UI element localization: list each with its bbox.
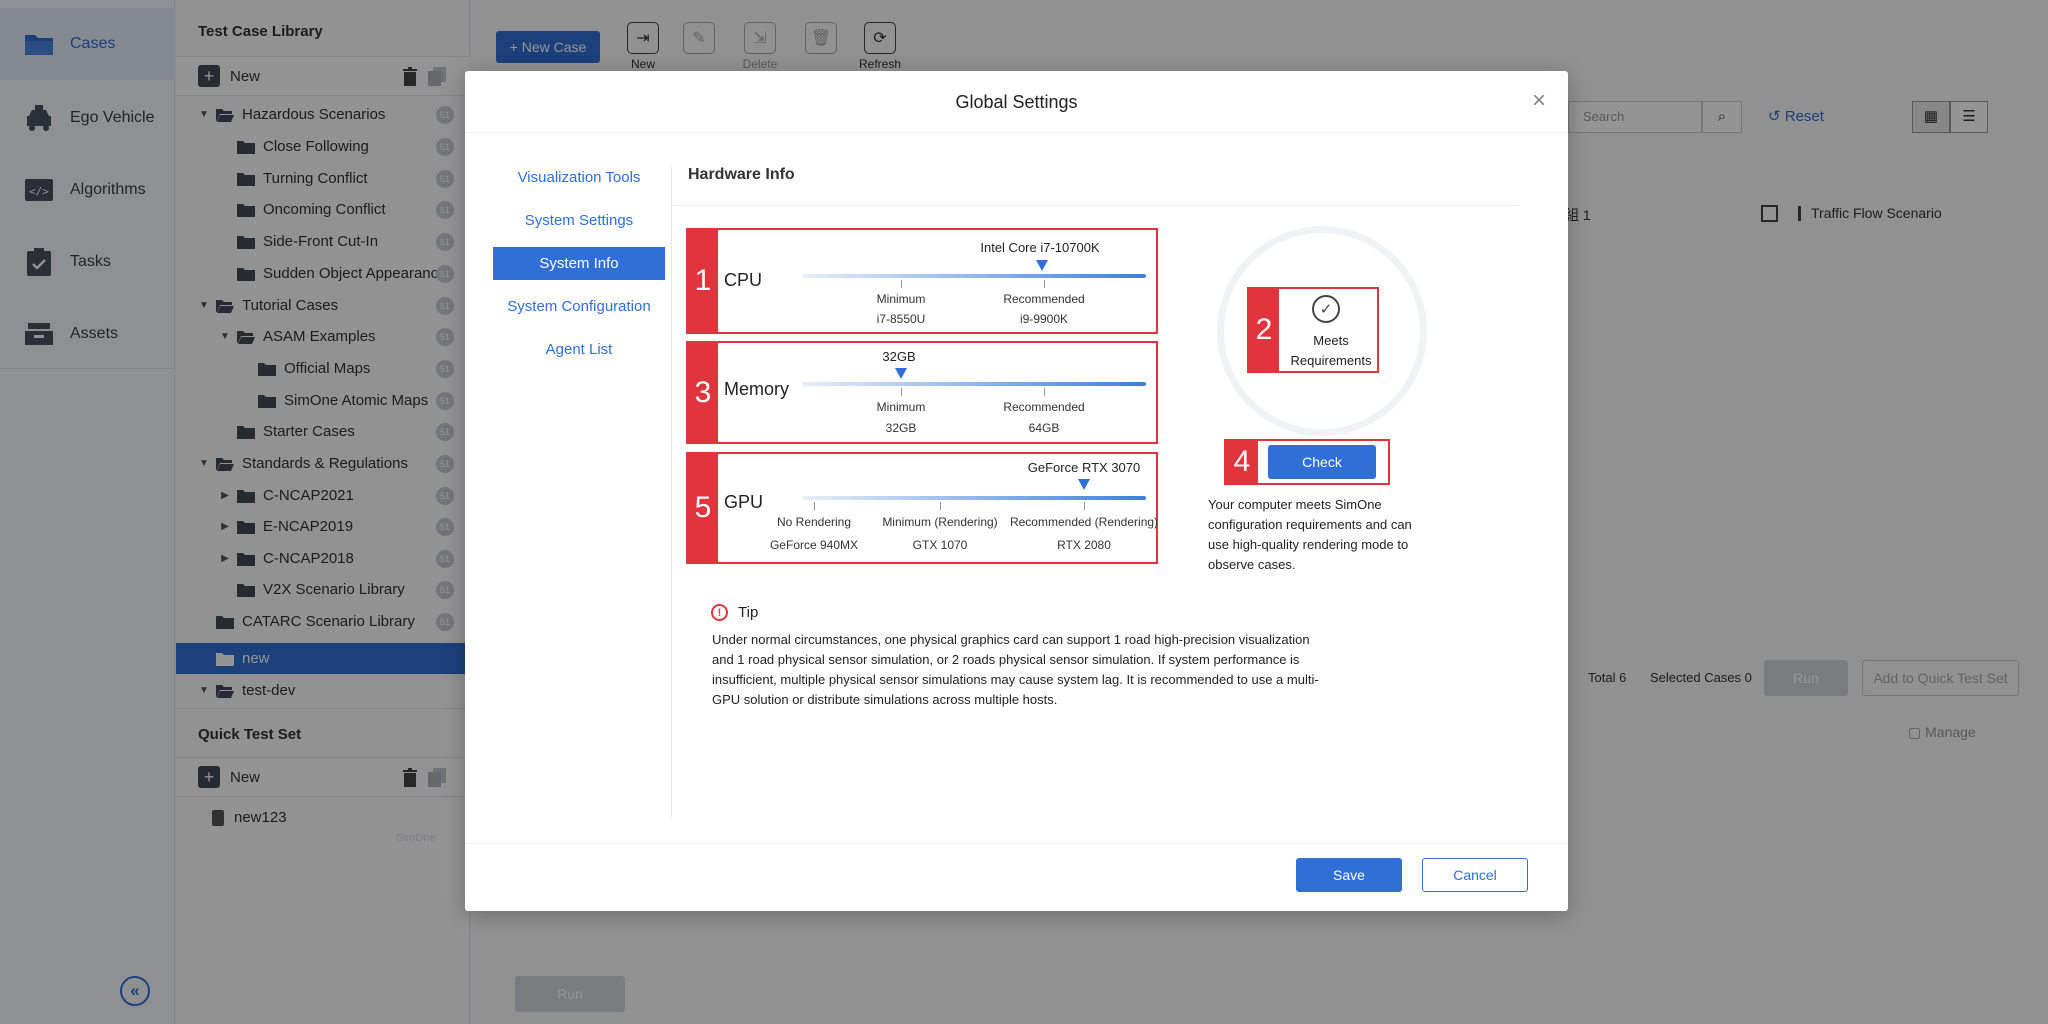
memory-current-value: 32GB <box>882 349 916 364</box>
section-divider <box>673 205 1518 206</box>
cpu-rec-label: Recommended <box>1003 292 1085 306</box>
cpu-bar <box>802 274 1146 278</box>
callout-number: 1 <box>688 230 718 332</box>
section-title: Hardware Info <box>688 166 795 183</box>
check-button[interactable]: Check <box>1268 445 1376 479</box>
cpu-min-label: Minimum <box>876 292 926 306</box>
memory-rec-value: 64GB <box>1028 421 1060 435</box>
memory-min-value: 32GB <box>885 421 917 435</box>
exclamation-icon: ! <box>711 604 728 621</box>
tip-title: Tip <box>738 604 759 621</box>
tip-text: Under normal circumstances, one physical… <box>712 632 1319 707</box>
memory-bar <box>802 382 1146 386</box>
gpu-info-box: 5 GPU GeForce RTX 3070 No Rendering GeFo… <box>686 452 1158 564</box>
tick <box>1044 388 1045 396</box>
dialog-title: Global Settings <box>465 71 1568 133</box>
tick <box>814 502 815 510</box>
save-button[interactable]: Save <box>1296 858 1402 892</box>
callout-number: 5 <box>688 454 718 562</box>
gpu-min-label: Minimum (Rendering) <box>882 515 998 529</box>
menu-item-system-configuration[interactable]: System Configuration <box>493 290 665 323</box>
cpu-rec-value: i9-9900K <box>1019 312 1069 326</box>
memory-marker <box>895 368 907 379</box>
cpu-info-box: 1 CPU Intel Core i7-10700K Minimum i7-85… <box>686 228 1158 334</box>
gpu-current-value: GeForce RTX 3070 <box>1027 460 1141 475</box>
callout-number: 4 <box>1226 441 1258 483</box>
gpu-rec-label: Recommended (Rendering) <box>1009 515 1159 529</box>
cpu-current-value: Intel Core i7-10700K <box>980 240 1100 255</box>
tick <box>901 280 902 288</box>
check-result-text: Your computer meets SimOne configuration… <box>1208 497 1412 572</box>
tick <box>940 502 941 510</box>
memory-info-box: 3 Memory 32GB Minimum 32GB Recommended 6… <box>686 341 1158 444</box>
check-circle-icon: ✓ <box>1312 295 1340 323</box>
memory-label: Memory <box>724 379 790 399</box>
gpu-min-value: GTX 1070 <box>912 538 968 552</box>
status-text: Meets Requirements <box>1290 333 1372 368</box>
gpu-bar <box>802 496 1146 500</box>
callout-number: 3 <box>688 343 718 442</box>
status-box: 2 ✓ Meets Requirements <box>1247 287 1379 373</box>
tick <box>1044 280 1045 288</box>
menu-item-system-settings[interactable]: System Settings <box>493 204 665 237</box>
menu-item-agent-list[interactable]: Agent List <box>493 333 665 366</box>
memory-min-label: Minimum <box>876 400 926 414</box>
settings-menu: Visualization Tools System Settings Syst… <box>493 161 665 376</box>
tick <box>1084 502 1085 510</box>
gpu-rec-value: RTX 2080 <box>1057 538 1111 552</box>
dialog-footer <box>465 843 1568 911</box>
check-box: 4 Check <box>1224 439 1390 485</box>
menu-item-system-info[interactable]: System Info <box>493 247 665 280</box>
gpu-marker <box>1078 479 1090 490</box>
memory-rec-label: Recommended <box>1003 400 1085 414</box>
tick <box>901 388 902 396</box>
close-icon[interactable]: × <box>1528 89 1550 113</box>
gpu-none-label: No Rendering <box>776 515 852 529</box>
cpu-min-value: i7-8550U <box>876 312 926 326</box>
callout-number: 2 <box>1249 289 1279 371</box>
gpu-label: GPU <box>724 492 764 512</box>
menu-item-visualization-tools[interactable]: Visualization Tools <box>493 161 665 194</box>
cpu-marker <box>1036 260 1048 271</box>
cancel-button[interactable]: Cancel <box>1422 858 1528 892</box>
global-settings-dialog: Global Settings × Visualization Tools Sy… <box>465 71 1568 911</box>
menu-divider <box>671 167 672 817</box>
cpu-label: CPU <box>724 270 763 290</box>
gpu-none-value: GeForce 940MX <box>769 538 859 552</box>
